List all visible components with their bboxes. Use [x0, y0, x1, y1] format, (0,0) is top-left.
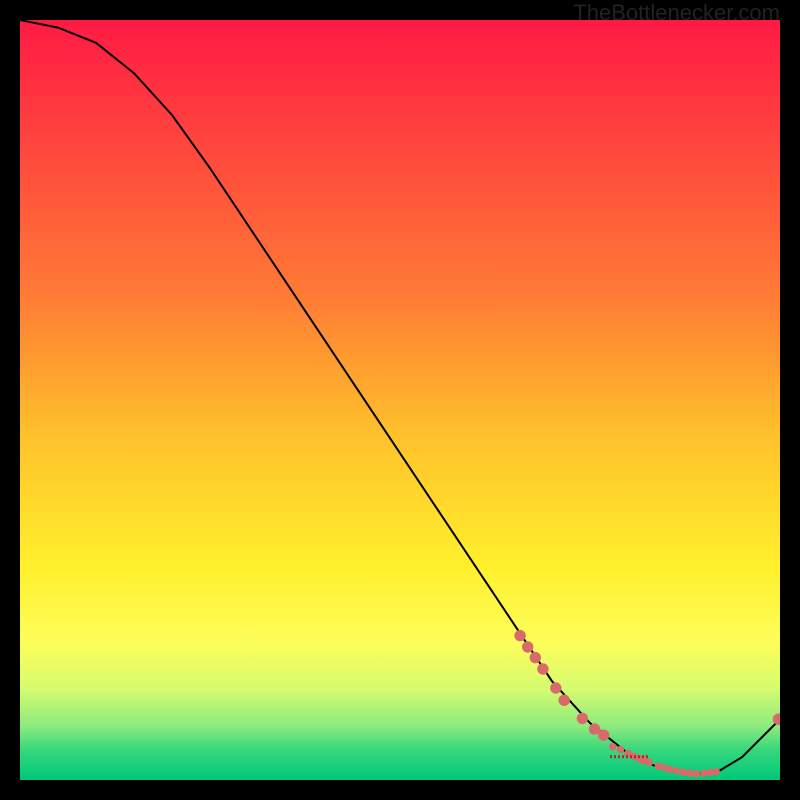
annotation-glyph	[642, 755, 644, 758]
chart-marker	[538, 664, 548, 674]
annotation-glyph	[638, 755, 640, 758]
chart-marker	[515, 630, 525, 640]
chart-marker	[687, 770, 693, 776]
chart-marker	[559, 695, 569, 705]
chart-marker	[655, 763, 661, 769]
chart-marker	[701, 770, 707, 776]
chart-marker	[530, 652, 540, 662]
chart-marker	[713, 768, 719, 774]
chart-marker	[707, 769, 713, 775]
chart-svg	[20, 20, 780, 780]
watermark-text: TheBottlenecker.com	[573, 0, 780, 26]
chart-marker	[693, 771, 699, 777]
chart-container	[20, 20, 780, 780]
chart-marker	[523, 642, 533, 652]
chart-marker	[681, 769, 687, 775]
annotation-glyph	[614, 755, 616, 758]
chart-marker	[674, 768, 680, 774]
chart-marker	[661, 765, 667, 771]
annotation-glyph	[618, 755, 620, 758]
annotation-glyph	[646, 755, 648, 758]
annotation-glyph	[630, 755, 632, 758]
annotation-glyph	[634, 755, 636, 758]
chart-marker	[646, 759, 652, 765]
chart-marker	[589, 724, 599, 734]
chart-marker	[617, 746, 623, 752]
chart-marker	[610, 743, 616, 749]
annotation-glyph	[622, 755, 624, 758]
chart-marker	[667, 766, 673, 772]
chart-marker	[773, 714, 780, 724]
chart-marker	[551, 683, 561, 693]
chart-marker	[599, 730, 609, 740]
chart-background-gradient	[20, 20, 780, 780]
annotation-glyph	[610, 755, 612, 758]
chart-marker	[577, 713, 587, 723]
annotation-glyph	[626, 755, 628, 758]
